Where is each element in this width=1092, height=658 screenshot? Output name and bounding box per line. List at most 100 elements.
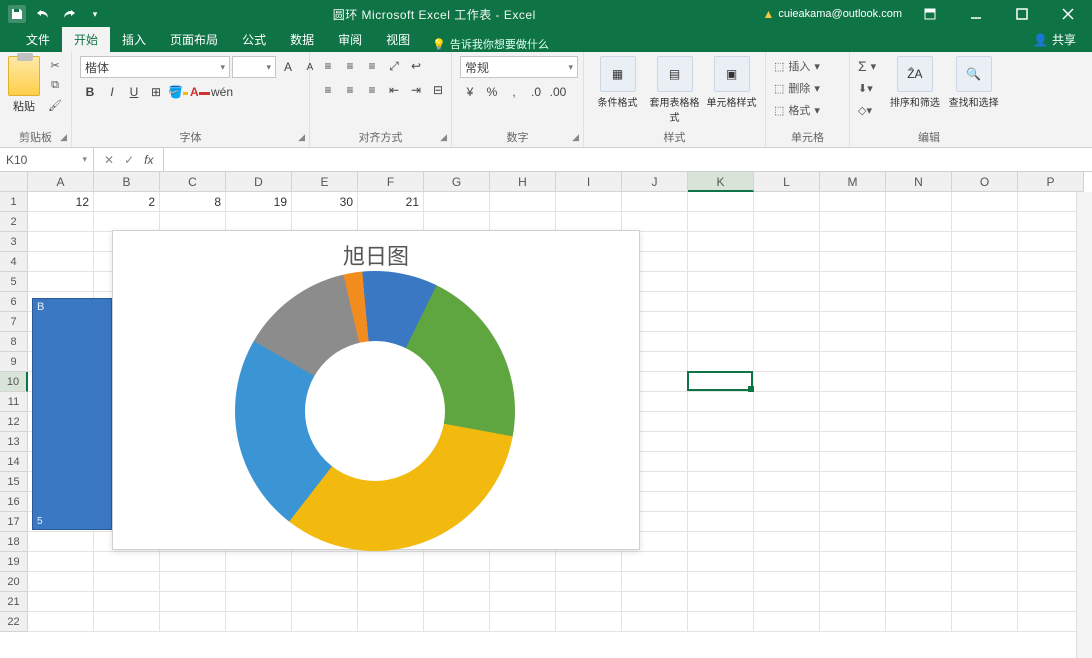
cell[interactable] — [952, 312, 1018, 332]
cell[interactable] — [1018, 192, 1084, 212]
cell[interactable] — [952, 612, 1018, 632]
cell[interactable] — [160, 572, 226, 592]
cell[interactable] — [688, 432, 754, 452]
phonetic-button[interactable]: wén — [212, 82, 232, 102]
save-icon[interactable] — [8, 5, 26, 23]
cell[interactable] — [490, 592, 556, 612]
cell[interactable] — [1018, 492, 1084, 512]
column-header[interactable]: P — [1018, 172, 1084, 192]
cell[interactable] — [886, 232, 952, 252]
cell[interactable] — [886, 372, 952, 392]
tell-me[interactable]: 💡告诉我你想要做什么 — [422, 36, 559, 52]
cell[interactable] — [886, 392, 952, 412]
dialog-launcher-icon[interactable]: ◢ — [60, 132, 67, 143]
cell[interactable] — [1018, 352, 1084, 372]
cell[interactable] — [952, 392, 1018, 412]
cell[interactable] — [952, 432, 1018, 452]
row-header[interactable]: 19 — [0, 552, 28, 572]
cell[interactable] — [28, 532, 94, 552]
row-header[interactable]: 13 — [0, 432, 28, 452]
cell[interactable] — [94, 572, 160, 592]
tab-insert[interactable]: 插入 — [110, 27, 158, 52]
cell[interactable] — [1018, 592, 1084, 612]
cell[interactable] — [820, 472, 886, 492]
currency-icon[interactable]: ¥ — [460, 82, 480, 102]
cell[interactable] — [556, 592, 622, 612]
delete-cells-button[interactable]: ⬚ 删除 ▾ — [774, 78, 820, 98]
cell-styles-button[interactable]: ▣单元格样式 — [706, 56, 757, 109]
cell[interactable] — [28, 252, 94, 272]
cell[interactable] — [622, 552, 688, 572]
cell[interactable] — [28, 552, 94, 572]
find-select-button[interactable]: 🔍查找和选择 — [947, 56, 1000, 109]
cell[interactable] — [754, 312, 820, 332]
row-header[interactable]: 7 — [0, 312, 28, 332]
cell[interactable]: 21 — [358, 192, 424, 212]
cell[interactable] — [820, 392, 886, 412]
cell[interactable] — [1018, 372, 1084, 392]
row-header[interactable]: 11 — [0, 392, 28, 412]
cell[interactable] — [622, 612, 688, 632]
cell[interactable] — [754, 452, 820, 472]
cell[interactable] — [556, 572, 622, 592]
italic-button[interactable]: I — [102, 82, 122, 102]
row-header[interactable]: 18 — [0, 532, 28, 552]
cell[interactable] — [820, 452, 886, 472]
cancel-formula-icon[interactable]: ✕ — [104, 153, 114, 167]
row-header[interactable]: 12 — [0, 412, 28, 432]
number-format-combo[interactable]: 常规▾ — [460, 56, 578, 78]
dialog-launcher-icon[interactable]: ◢ — [440, 132, 447, 143]
cell[interactable] — [94, 552, 160, 572]
cell[interactable] — [160, 612, 226, 632]
cell[interactable] — [226, 572, 292, 592]
column-header[interactable]: J — [622, 172, 688, 192]
cell[interactable] — [688, 452, 754, 472]
align-center-icon[interactable]: ≡ — [340, 80, 360, 100]
cell[interactable] — [754, 472, 820, 492]
cell[interactable] — [358, 552, 424, 572]
cell[interactable] — [358, 612, 424, 632]
conditional-formatting-button[interactable]: ▦条件格式 — [592, 56, 643, 109]
decrease-decimal-icon[interactable]: .00 — [548, 82, 568, 102]
cell[interactable] — [1018, 612, 1084, 632]
cell[interactable] — [94, 212, 160, 232]
wrap-text-icon[interactable]: ↩ — [406, 56, 426, 76]
cell[interactable] — [886, 312, 952, 332]
cell[interactable] — [1018, 512, 1084, 532]
cell[interactable]: 12 — [28, 192, 94, 212]
cell[interactable] — [886, 212, 952, 232]
cell[interactable] — [820, 512, 886, 532]
tab-pagelayout[interactable]: 页面布局 — [158, 27, 230, 52]
cell[interactable]: 2 — [94, 192, 160, 212]
cell[interactable] — [952, 552, 1018, 572]
cell[interactable] — [490, 192, 556, 212]
row-header[interactable]: 8 — [0, 332, 28, 352]
cell[interactable] — [424, 192, 490, 212]
cell[interactable] — [688, 472, 754, 492]
cell[interactable] — [688, 312, 754, 332]
cell[interactable] — [886, 512, 952, 532]
column-header[interactable]: C — [160, 172, 226, 192]
row-header[interactable]: 9 — [0, 352, 28, 372]
cell[interactable] — [952, 332, 1018, 352]
cell[interactable] — [952, 512, 1018, 532]
cell[interactable] — [28, 232, 94, 252]
cell[interactable]: 30 — [292, 192, 358, 212]
cell[interactable] — [952, 472, 1018, 492]
sort-filter-button[interactable]: ẐA排序和筛选 — [889, 56, 942, 109]
name-box[interactable]: K10▾ — [0, 148, 94, 171]
cell[interactable] — [952, 232, 1018, 252]
cell[interactable] — [1018, 472, 1084, 492]
font-name-combo[interactable]: 楷体▾ — [80, 56, 230, 78]
row-header[interactable]: 17 — [0, 512, 28, 532]
column-header[interactable]: D — [226, 172, 292, 192]
cell[interactable] — [820, 572, 886, 592]
cell[interactable] — [490, 612, 556, 632]
cell[interactable] — [226, 592, 292, 612]
column-header[interactable]: N — [886, 172, 952, 192]
cell[interactable] — [1018, 312, 1084, 332]
cell[interactable] — [952, 372, 1018, 392]
cell[interactable] — [688, 512, 754, 532]
cell[interactable] — [688, 552, 754, 572]
tab-file[interactable]: 文件 — [14, 27, 62, 52]
